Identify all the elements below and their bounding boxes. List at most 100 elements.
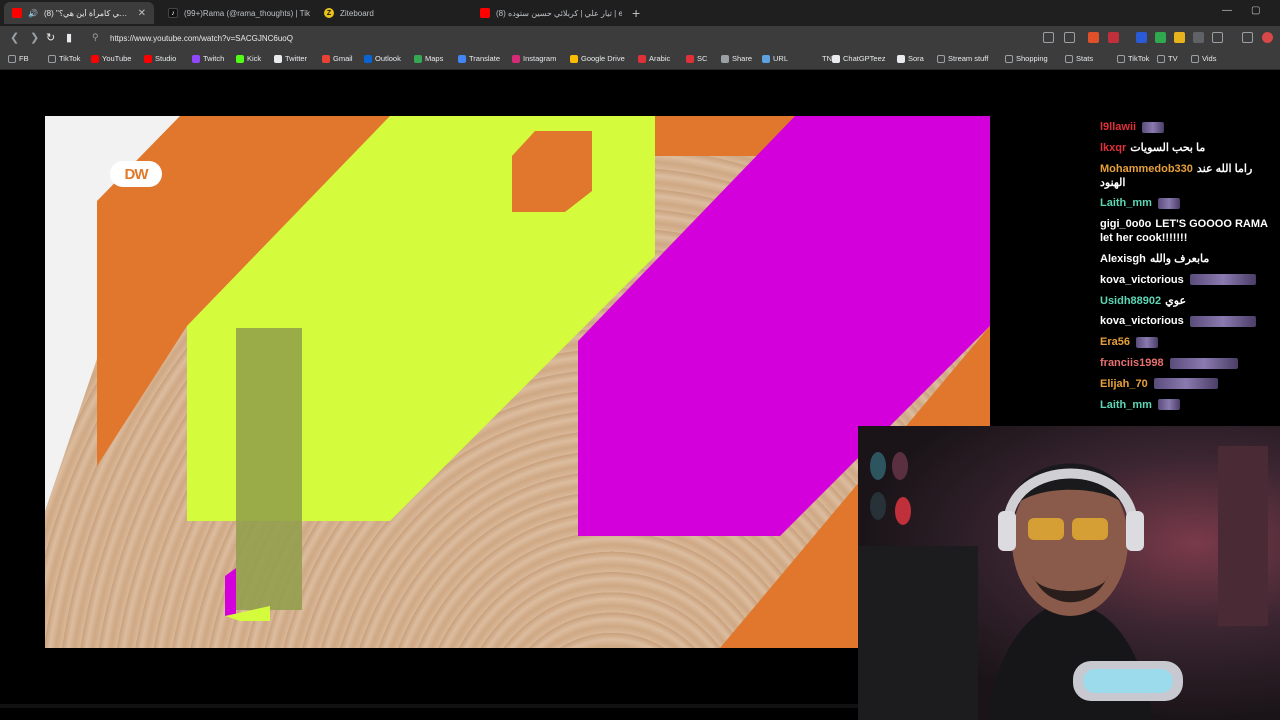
bookmark-tv[interactable]: TV bbox=[1157, 54, 1178, 63]
url-icon bbox=[762, 54, 770, 63]
tab-youtube-karbalai[interactable]: (8) تيار علي | كربلائي حسين ستوده | e bbox=[472, 2, 622, 24]
bookmark-tn[interactable]: TN bbox=[811, 54, 832, 63]
youtube-icon bbox=[91, 54, 99, 63]
emote-icon bbox=[1157, 197, 1180, 209]
chat-username[interactable]: Elijah_70 bbox=[1100, 378, 1148, 390]
folder-icon bbox=[1005, 54, 1013, 63]
chat-username[interactable]: l9llawii bbox=[1100, 121, 1136, 133]
folder-icon bbox=[1117, 54, 1125, 63]
bookmark-sc[interactable]: SC bbox=[686, 54, 707, 63]
forward-icon[interactable]: ❯ bbox=[30, 31, 39, 44]
x-icon bbox=[274, 54, 282, 63]
tab-youtube-video[interactable]: 🔊 (8) "حقوقي كامرأة أين هي؟" | ✕ bbox=[4, 2, 154, 24]
bookmark-kick[interactable]: Kick bbox=[236, 54, 261, 63]
extension-blue-icon[interactable] bbox=[1136, 32, 1147, 43]
site-info-icon[interactable]: ⚲ bbox=[92, 32, 99, 43]
back-icon[interactable]: ❮ bbox=[10, 31, 19, 44]
ziteboard-icon: Z bbox=[324, 8, 334, 18]
bookmark-arabic[interactable]: Arabic bbox=[638, 54, 670, 63]
bookmark-label: TV bbox=[1168, 54, 1178, 63]
chat-username[interactable]: Usidh88902 bbox=[1100, 295, 1161, 307]
chat-username[interactable]: Laith_mm bbox=[1100, 197, 1152, 209]
bookmark-label: Studio bbox=[155, 54, 177, 63]
emote-icon bbox=[1169, 357, 1238, 369]
chat-username[interactable]: Mohammedob330 bbox=[1100, 163, 1193, 175]
bookmark-stats[interactable]: Stats bbox=[1065, 54, 1093, 63]
bookmark-label: TikTok bbox=[1128, 54, 1150, 63]
bookmark-share[interactable]: Share bbox=[721, 54, 752, 63]
bookmark-stream-stuff[interactable]: Stream stuff bbox=[937, 54, 988, 63]
bookmark-url[interactable]: URL bbox=[762, 54, 788, 63]
bookmark-maps[interactable]: Maps bbox=[414, 54, 443, 63]
chat-username[interactable]: Laith_mm bbox=[1100, 399, 1152, 411]
dw-logo: DW bbox=[110, 161, 162, 187]
bookmark-vids[interactable]: Vids bbox=[1191, 54, 1216, 63]
tab-ziteboard[interactable]: Z Ziteboard bbox=[316, 2, 466, 24]
close-tab-icon[interactable]: ✕ bbox=[138, 8, 146, 19]
bookmark-label: Translate bbox=[469, 54, 500, 63]
bookmark-label: FB bbox=[19, 54, 29, 63]
brave-rewards-icon[interactable] bbox=[1108, 32, 1119, 43]
arabic-icon bbox=[638, 54, 646, 63]
chat-message: l9llawii bbox=[1100, 120, 1275, 134]
chat-message: Laith_mm bbox=[1100, 398, 1275, 412]
bookmark-label: Share bbox=[732, 54, 753, 63]
bookmark-gmail[interactable]: Gmail bbox=[322, 54, 353, 63]
tab-title: (8) "حقوقي كامرأة أين هي؟" | bbox=[43, 8, 130, 18]
chat-username[interactable]: kova_victorious bbox=[1100, 274, 1184, 286]
extension-yellow-icon[interactable] bbox=[1174, 32, 1185, 43]
bookmark-translate[interactable]: Translate bbox=[458, 54, 500, 63]
bookmark-tiktok[interactable]: TikTok bbox=[48, 54, 80, 63]
bookmark-google-drive[interactable]: Google Drive bbox=[570, 54, 625, 63]
media-controls-icon[interactable] bbox=[1242, 32, 1253, 43]
new-tab-icon[interactable]: + bbox=[632, 5, 640, 21]
chat-username[interactable]: gigi_0o0o bbox=[1100, 218, 1151, 230]
bookmark-youtube[interactable]: YouTube bbox=[91, 54, 131, 63]
chat-message: lkxqr ما بحب السويات bbox=[1100, 141, 1275, 155]
bookmark-label: Sora bbox=[908, 54, 924, 63]
chat-username[interactable]: franciis1998 bbox=[1100, 357, 1164, 369]
extension-green-icon[interactable] bbox=[1155, 32, 1166, 43]
chat-username[interactable]: Alexisgh bbox=[1100, 253, 1146, 265]
video-progress-bar[interactable] bbox=[0, 704, 858, 708]
audio-playing-icon bbox=[12, 8, 22, 18]
bookmark-fb[interactable]: FB bbox=[8, 54, 29, 63]
bookmark-sora[interactable]: Sora bbox=[897, 54, 924, 63]
chatgpt-icon bbox=[832, 54, 840, 63]
chat-message: Mohammedob330 راما الله عند الهنود bbox=[1100, 162, 1275, 190]
bookmark-label: Stream stuff bbox=[948, 54, 989, 63]
extensions-puzzle-icon[interactable] bbox=[1212, 32, 1223, 43]
chat-message: Alexisgh مابعرف والله bbox=[1100, 252, 1275, 266]
reload-icon[interactable]: ↻ bbox=[46, 31, 55, 44]
share-icon[interactable] bbox=[1064, 32, 1075, 43]
maximize-icon[interactable]: ▢ bbox=[1251, 5, 1260, 16]
bookmark-studio[interactable]: Studio bbox=[144, 54, 176, 63]
bookmark-label: TikTok bbox=[59, 54, 81, 63]
bookmarks-bar: FB TikTok YouTube Studio Twitch Kick Twitter Gm… bbox=[0, 50, 1280, 70]
profile-avatar-icon[interactable] bbox=[1262, 32, 1273, 43]
twitch-icon bbox=[192, 54, 200, 63]
bookmark-chatgpteez[interactable]: ChatGPTeez bbox=[832, 54, 886, 63]
minimize-icon[interactable]: — bbox=[1222, 5, 1232, 16]
speaker-icon[interactable]: 🔊 bbox=[28, 9, 38, 18]
brave-shield-icon[interactable] bbox=[1088, 32, 1099, 43]
translate-icon bbox=[458, 54, 466, 63]
chat-message: Elijah_70 bbox=[1100, 377, 1275, 391]
chat-username[interactable]: Era56 bbox=[1100, 336, 1130, 348]
cast-icon[interactable] bbox=[1043, 32, 1054, 43]
video-player[interactable]: DW bbox=[45, 116, 990, 648]
bookmark-tiktok[interactable]: TikTok bbox=[1117, 54, 1149, 63]
bookmark-outlook[interactable]: Outlook bbox=[364, 54, 401, 63]
extension-gray-icon[interactable] bbox=[1193, 32, 1204, 43]
bookmark-twitch[interactable]: Twitch bbox=[192, 54, 224, 63]
bookmark-label: YouTube bbox=[102, 54, 132, 63]
tab-tiktok[interactable]: ♪ (99+)Rama (@rama_thoughts) | TikT bbox=[160, 2, 310, 24]
address-bar[interactable]: ⚲ https://www.youtube.com/watch?v=SACGJN… bbox=[84, 29, 1034, 47]
bookmark-icon[interactable]: ▮ bbox=[66, 31, 72, 44]
chat-username[interactable]: lkxqr bbox=[1100, 142, 1126, 154]
bookmark-shopping[interactable]: Shopping bbox=[1005, 54, 1048, 63]
bookmark-instagram[interactable]: Instagram bbox=[512, 54, 556, 63]
chat-username[interactable]: kova_victorious bbox=[1100, 315, 1184, 327]
chat-message: Era56 bbox=[1100, 335, 1275, 349]
bookmark-twitter[interactable]: Twitter bbox=[274, 54, 307, 63]
